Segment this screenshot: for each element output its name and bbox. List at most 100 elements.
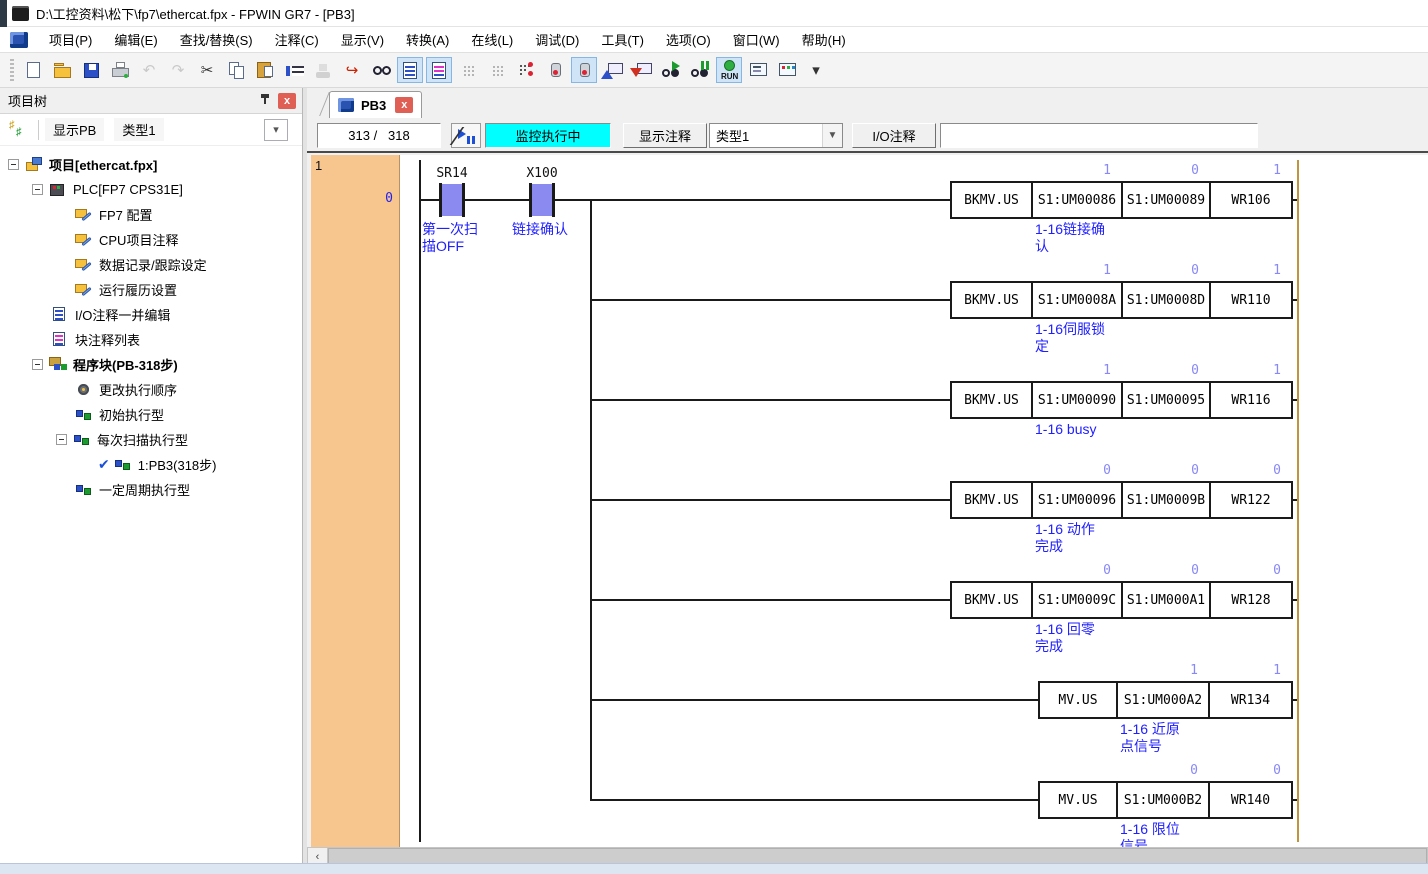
close-panel-button[interactable]: x — [278, 93, 296, 109]
menu-item-1[interactable]: 编辑(E) — [103, 27, 168, 52]
tree-item-10[interactable]: 初始执行型 — [0, 402, 302, 427]
ladder-cell[interactable]: S1:UM00096 — [1031, 481, 1123, 519]
tree-item-5[interactable]: 运行履历设置 — [0, 277, 302, 302]
tree-expander-icon[interactable] — [8, 159, 19, 170]
io-comment-field[interactable] — [940, 123, 1258, 148]
save-icon[interactable] — [78, 57, 104, 83]
menu-item-11[interactable]: 帮助(H) — [791, 27, 857, 52]
document-icon[interactable] — [10, 32, 28, 48]
ladder-cell[interactable]: WR128 — [1209, 581, 1293, 619]
contact-bar[interactable] — [462, 183, 465, 217]
tree-filter-dropdown[interactable]: ▾ — [264, 119, 288, 141]
ladder-cell[interactable]: S1:UM0009B — [1121, 481, 1211, 519]
tree-item-0[interactable]: 项目[ethercat.fpx] — [0, 152, 302, 177]
tree-item-7[interactable]: 块注释列表 — [0, 327, 302, 352]
ladder-cell[interactable]: S1:UM0008A — [1031, 281, 1123, 319]
menu-item-4[interactable]: 显示(V) — [330, 27, 395, 52]
tree-item-13[interactable]: 一定周期执行型 — [0, 477, 302, 502]
toolbar-grip[interactable] — [10, 59, 14, 81]
contact-bar[interactable] — [439, 183, 442, 217]
monitor-stop-icon[interactable] — [687, 57, 713, 83]
comment-type-label[interactable]: 类型1 — [114, 118, 163, 141]
tab-pb3[interactable]: PB3 x — [329, 91, 422, 118]
contact-bar[interactable] — [529, 183, 532, 217]
pc-download-icon[interactable] — [629, 57, 655, 83]
cut-icon[interactable]: ✂ — [194, 57, 220, 83]
menu-item-8[interactable]: 工具(T) — [590, 27, 655, 52]
run-mode-icon[interactable]: RUN — [716, 57, 742, 83]
ladder-cell[interactable]: BKMV.US — [950, 381, 1033, 419]
ladder-view-icon[interactable] — [397, 57, 423, 83]
show-comment-button[interactable]: 显示注释 — [623, 123, 707, 148]
undo-icon[interactable]: ↶ — [136, 57, 162, 83]
print-icon[interactable] — [107, 57, 133, 83]
copy-icon[interactable] — [223, 57, 249, 83]
ladder-cell[interactable]: WR106 — [1209, 181, 1293, 219]
pin-icon[interactable] — [256, 92, 274, 110]
monitor-toggle-button[interactable] — [451, 123, 481, 148]
tree-expander-icon[interactable] — [32, 359, 43, 370]
device-monitor-on-icon[interactable] — [571, 57, 597, 83]
ladder-cell[interactable]: S1:UM000A2 — [1116, 681, 1210, 719]
delete-network-icon[interactable] — [310, 57, 336, 83]
tree-expander-icon[interactable] — [56, 434, 67, 445]
chevron-down-icon[interactable]: ▼ — [822, 124, 842, 147]
io-comment-button[interactable]: I/O注释 — [852, 123, 936, 148]
tree-expander-icon[interactable] — [32, 184, 43, 195]
find-device-icon[interactable] — [513, 57, 539, 83]
device-monitor-icon[interactable] — [542, 57, 568, 83]
menu-item-7[interactable]: 调试(D) — [524, 27, 590, 52]
menu-item-0[interactable]: 项目(P) — [38, 27, 103, 52]
tree-item-9[interactable]: 更改执行顺序 — [0, 377, 302, 402]
tree-item-4[interactable]: 数据记录/跟踪设定 — [0, 252, 302, 277]
display-pb-label[interactable]: 显示PB — [45, 118, 104, 141]
toolbar-more-icon[interactable]: ▾ — [803, 57, 829, 83]
ladder-cell[interactable]: S1:UM00090 — [1031, 381, 1123, 419]
comment-display-icon[interactable] — [426, 57, 452, 83]
tree-item-11[interactable]: 每次扫描执行型 — [0, 427, 302, 452]
menu-item-3[interactable]: 注释(C) — [264, 27, 330, 52]
ladder-cell[interactable]: BKMV.US — [950, 281, 1033, 319]
ladder-cell[interactable]: WR122 — [1209, 481, 1293, 519]
tree-item-8[interactable]: 程序块(PB-318步) — [0, 352, 302, 377]
open-file-icon[interactable] — [49, 57, 75, 83]
comment-type-select[interactable]: 类型1 ▼ — [709, 123, 843, 148]
contact-bar[interactable] — [552, 183, 555, 217]
ladder-cell[interactable]: BKMV.US — [950, 581, 1033, 619]
status-window-icon[interactable] — [774, 57, 800, 83]
find-icon[interactable] — [368, 57, 394, 83]
ladder-cell[interactable]: S1:UM00086 — [1031, 181, 1123, 219]
menu-item-10[interactable]: 窗口(W) — [722, 27, 791, 52]
tab-close-button[interactable]: x — [395, 97, 413, 113]
insert-network-icon[interactable] — [281, 57, 307, 83]
tree-item-2[interactable]: FP7 配置 — [0, 202, 302, 227]
new-file-icon[interactable] — [20, 57, 46, 83]
ladder-cell[interactable]: S1:UM000A1 — [1121, 581, 1211, 619]
ladder-cell[interactable]: MV.US — [1038, 681, 1118, 719]
ladder-cell[interactable]: BKMV.US — [950, 481, 1033, 519]
ladder-cell[interactable]: WR134 — [1208, 681, 1293, 719]
ladder-cell[interactable]: S1:UM000B2 — [1116, 781, 1210, 819]
ladder-cell[interactable]: MV.US — [1038, 781, 1118, 819]
ladder-cell[interactable]: WR116 — [1209, 381, 1293, 419]
tree-item-12[interactable]: ✔1:PB3(318步) — [0, 452, 302, 477]
grid-a-icon[interactable] — [455, 57, 481, 83]
ladder-cell[interactable]: S1:UM00089 — [1121, 181, 1211, 219]
redo-icon[interactable]: ↷ — [165, 57, 191, 83]
monitor-run-icon[interactable] — [658, 57, 684, 83]
menu-item-9[interactable]: 选项(O) — [655, 27, 722, 52]
tree-item-1[interactable]: PLC[FP7 CPS31E] — [0, 177, 302, 202]
ladder-canvas[interactable]: 1 0 BKMV.USS1:UM00086S1:UM00089WR1061011… — [311, 155, 1428, 847]
paste-icon[interactable] — [252, 57, 278, 83]
ladder-cell[interactable]: S1:UM0009C — [1031, 581, 1123, 619]
monitor-window-icon[interactable] — [745, 57, 771, 83]
ladder-cell[interactable]: BKMV.US — [950, 181, 1033, 219]
menu-item-2[interactable]: 查找/替换(S) — [169, 27, 264, 52]
ladder-cell[interactable]: WR140 — [1208, 781, 1293, 819]
pc-upload-icon[interactable] — [600, 57, 626, 83]
tree-item-3[interactable]: CPU项目注释 — [0, 227, 302, 252]
tree-item-6[interactable]: I/O注释一并编辑 — [0, 302, 302, 327]
ladder-cell[interactable]: S1:UM00095 — [1121, 381, 1211, 419]
ladder-cell[interactable]: WR110 — [1209, 281, 1293, 319]
menu-item-5[interactable]: 转换(A) — [395, 27, 460, 52]
